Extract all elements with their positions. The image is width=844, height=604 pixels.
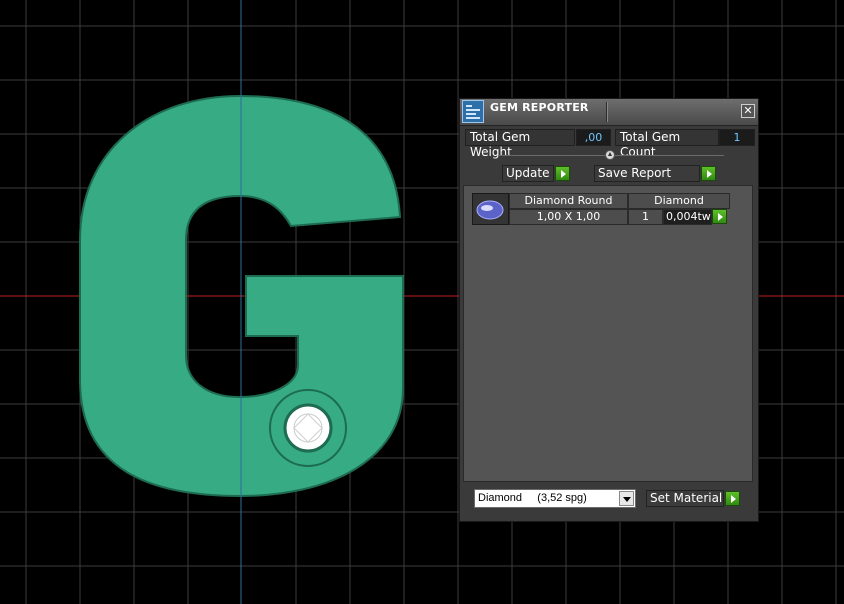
close-icon[interactable]: ✕ <box>741 104 755 118</box>
gem-name: Diamond Round <box>509 193 628 209</box>
total-gem-count-label: Total Gem Count <box>615 129 719 159</box>
gem-count: 1 <box>628 209 663 225</box>
total-gem-weight-label: Total Gem Weight <box>465 129 575 159</box>
play-arrow-icon[interactable] <box>725 491 740 506</box>
panel-titlebar[interactable]: GEM REPORTER ✕ <box>460 99 758 126</box>
gem-reporter-panel: GEM REPORTER ✕ Total Gem Weight ,00 Tota… <box>459 98 759 522</box>
total-gem-weight-value: ,00 <box>576 129 611 146</box>
gem-reporter-logo-icon <box>462 100 484 123</box>
update-button[interactable]: Update <box>502 165 554 182</box>
set-material-button[interactable]: Set Material <box>646 490 724 507</box>
title-separator <box>606 102 607 122</box>
collapse-arrow-icon[interactable] <box>605 150 615 160</box>
material-select[interactable]: Diamond (3,52 spg) <box>474 489 636 508</box>
gem-weight: 0,004tw <box>663 209 712 225</box>
total-gem-count-value: 1 <box>719 129 755 146</box>
play-arrow-icon[interactable] <box>555 166 570 181</box>
gem-size: 1,00 X 1,00 <box>509 209 628 225</box>
gem-material: Diamond <box>628 193 730 209</box>
save-report-button[interactable]: Save Report <box>594 165 700 182</box>
material-select-value: Diamond (3,52 spg) <box>478 492 587 504</box>
panel-title: GEM REPORTER <box>490 101 589 114</box>
gem-list[interactable]: Diamond Round Diamond 1,00 X 1,00 1 0,00… <box>463 185 753 482</box>
gem-setting[interactable] <box>269 389 347 467</box>
play-arrow-icon[interactable] <box>701 166 716 181</box>
play-arrow-icon[interactable] <box>712 209 727 224</box>
chevron-down-icon[interactable] <box>619 491 634 506</box>
gem-thumbnail-icon[interactable] <box>472 193 509 225</box>
